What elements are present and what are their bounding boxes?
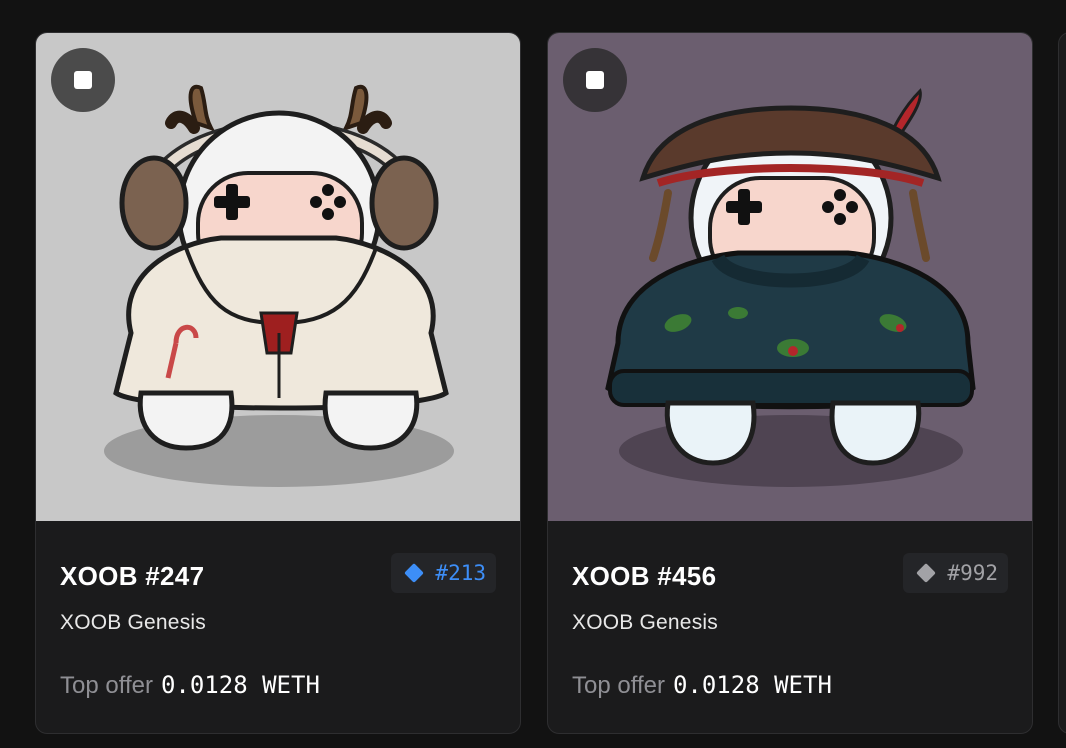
checkbox-icon <box>74 71 92 89</box>
top-offer: Top offer 0.0128 WETH <box>572 671 832 700</box>
diamond-icon <box>404 563 425 583</box>
top-offer-label: Top offer <box>60 672 153 699</box>
diamond-icon <box>916 563 937 583</box>
checkbox-icon <box>586 71 604 89</box>
nft-card[interactable]: XOOB #456 #992 XOOB Genesis Top offer 0.0… <box>547 32 1033 734</box>
top-offer-label: Top offer <box>572 672 665 699</box>
collection-name[interactable]: XOOB Genesis <box>572 611 718 635</box>
select-button[interactable] <box>563 48 627 112</box>
collection-name[interactable]: XOOB Genesis <box>60 611 206 635</box>
rarity-rank: #992 <box>947 561 998 585</box>
select-button[interactable] <box>51 48 115 112</box>
nft-card[interactable]: XOOB #247 #213 XOOB Genesis Top offer 0.0… <box>35 32 521 734</box>
nft-image[interactable] <box>548 33 1032 521</box>
nft-title[interactable]: XOOB #456 <box>572 561 716 592</box>
nft-title[interactable]: XOOB #247 <box>60 561 204 592</box>
nft-card-grid: XOOB #247 #213 XOOB Genesis Top offer 0.0… <box>0 0 1066 748</box>
nft-image[interactable] <box>36 33 520 521</box>
top-offer: Top offer 0.0128 WETH <box>60 671 320 700</box>
rarity-rank-badge[interactable]: #213 <box>391 553 496 593</box>
top-offer-value: 0.0128 WETH <box>160 671 320 699</box>
card-info: XOOB #456 #992 XOOB Genesis Top offer 0.0… <box>548 521 1032 733</box>
rarity-rank-badge[interactable]: #992 <box>903 553 1008 593</box>
yeti-antlers-illustration <box>36 33 520 521</box>
top-offer-value: 0.0128 WETH <box>672 671 832 699</box>
nft-card-partial[interactable] <box>1058 32 1066 734</box>
rarity-rank: #213 <box>435 561 486 585</box>
card-info: XOOB #247 #213 XOOB Genesis Top offer 0.0… <box>36 521 520 733</box>
yeti-pirate-illustration <box>548 33 1032 521</box>
